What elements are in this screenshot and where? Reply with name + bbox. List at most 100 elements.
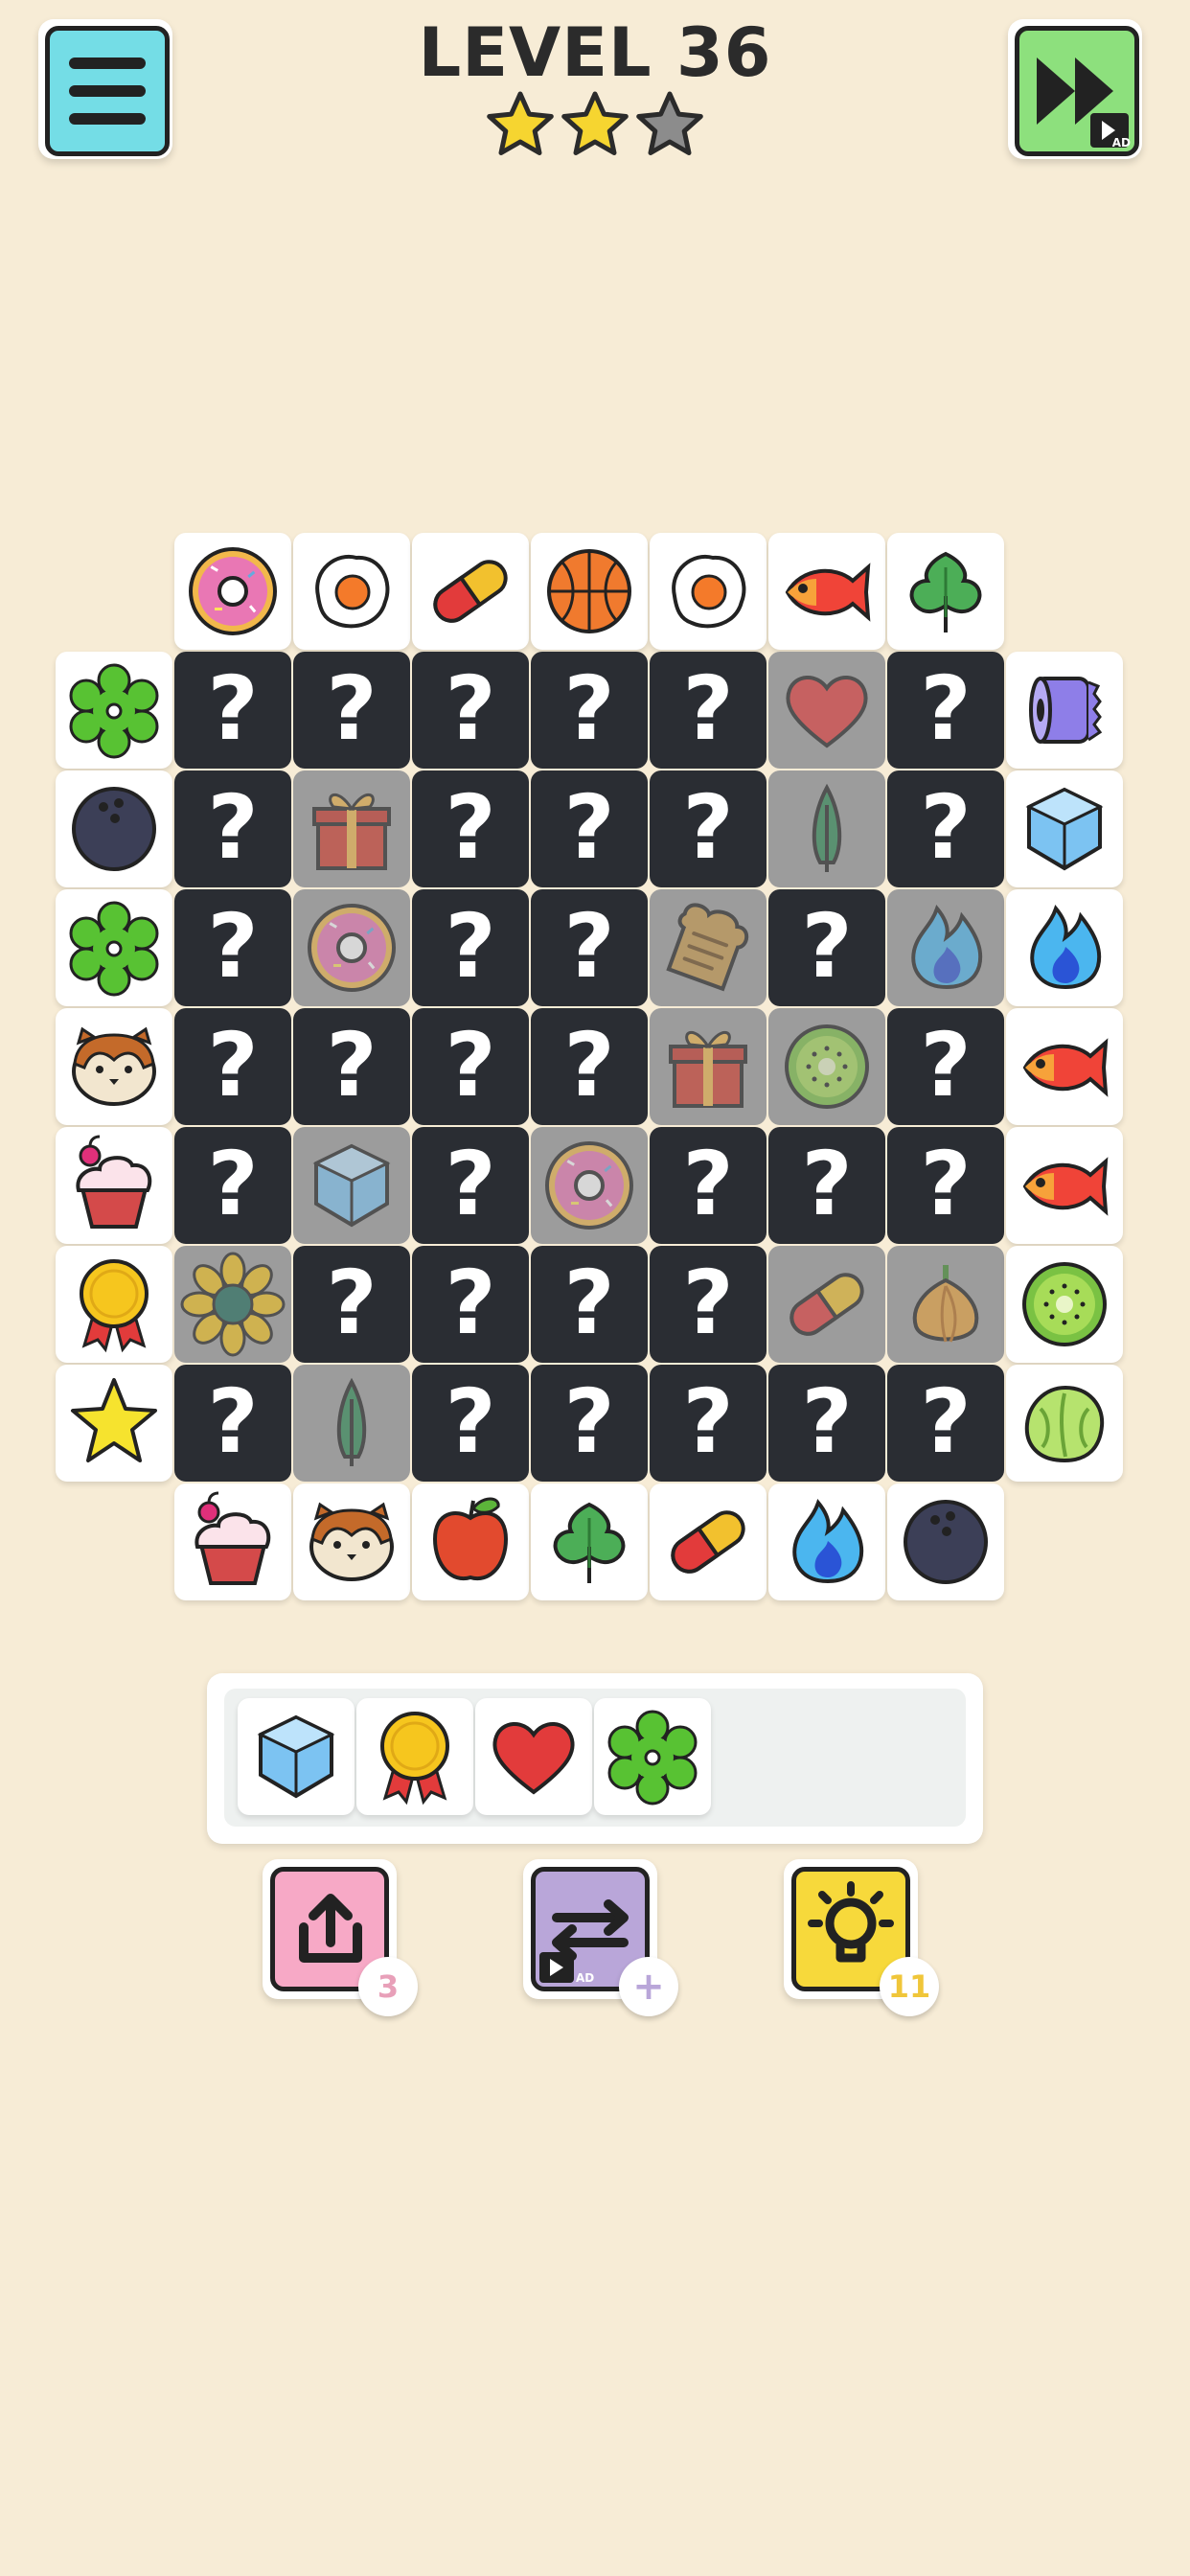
tile-leaf[interactable] bbox=[531, 1484, 648, 1600]
leaf-icon bbox=[553, 1502, 626, 1583]
hint-count-badge: 11 bbox=[880, 1957, 939, 2016]
hidden-tile[interactable]: ? bbox=[174, 652, 291, 769]
tile-hamster[interactable] bbox=[293, 1484, 410, 1600]
tray-tile-heart bbox=[475, 1698, 592, 1815]
hint-button[interactable]: 11 bbox=[784, 1859, 939, 2016]
tile-bowling-ball[interactable] bbox=[887, 1484, 1004, 1600]
tile-ice-cube[interactable] bbox=[1006, 770, 1123, 887]
tile-medal[interactable] bbox=[56, 1246, 172, 1363]
hidden-tile[interactable]: ? bbox=[531, 770, 648, 887]
tile-basketball[interactable] bbox=[531, 533, 648, 650]
hidden-tile[interactable]: ? bbox=[174, 1008, 291, 1125]
blocked-tile-onion bbox=[887, 1246, 1004, 1363]
fish-icon bbox=[1022, 1157, 1109, 1216]
undo-button[interactable]: 3 bbox=[263, 1859, 418, 2016]
tile-leaf[interactable] bbox=[887, 533, 1004, 650]
hidden-tile[interactable]: ? bbox=[412, 1127, 529, 1244]
question-mark-icon: ? bbox=[801, 895, 853, 998]
skip-level-button[interactable]: AD bbox=[1008, 19, 1142, 159]
shuffle-ad-badge: AD bbox=[576, 1971, 595, 1985]
tile-flame[interactable] bbox=[768, 1484, 885, 1600]
hidden-tile[interactable]: ? bbox=[412, 1246, 529, 1363]
shuffle-button[interactable]: AD + bbox=[523, 1859, 678, 2016]
hidden-tile[interactable]: ? bbox=[650, 1246, 767, 1363]
tile-fish[interactable] bbox=[1006, 1008, 1123, 1125]
question-mark-icon: ? bbox=[445, 1014, 496, 1116]
flame-icon bbox=[792, 1498, 864, 1584]
level-stars bbox=[487, 91, 703, 155]
tile-kiwi[interactable] bbox=[1006, 1246, 1123, 1363]
hidden-tile[interactable]: ? bbox=[174, 770, 291, 887]
hidden-tile[interactable]: ? bbox=[412, 770, 529, 887]
tile-egg[interactable] bbox=[293, 533, 410, 650]
toast-icon bbox=[666, 903, 749, 992]
tile-cupcake[interactable] bbox=[56, 1127, 172, 1244]
question-mark-icon: ? bbox=[920, 776, 972, 879]
hidden-tile[interactable]: ? bbox=[412, 652, 529, 769]
tile-bowling-ball[interactable] bbox=[56, 770, 172, 887]
flame-icon bbox=[1030, 904, 1102, 990]
tile-clover[interactable] bbox=[56, 652, 172, 769]
tile-apple[interactable] bbox=[412, 1484, 529, 1600]
hidden-tile[interactable]: ? bbox=[293, 1008, 410, 1125]
question-mark-icon: ? bbox=[920, 1133, 972, 1235]
hidden-tile[interactable]: ? bbox=[887, 1008, 1004, 1125]
hidden-tile[interactable]: ? bbox=[174, 1127, 291, 1244]
hidden-tile[interactable]: ? bbox=[531, 652, 648, 769]
hidden-tile[interactable]: ? bbox=[531, 1008, 648, 1125]
tile-star[interactable] bbox=[56, 1365, 172, 1482]
tile-fish[interactable] bbox=[1006, 1127, 1123, 1244]
hidden-tile[interactable]: ? bbox=[768, 1365, 885, 1482]
hidden-tile[interactable]: ? bbox=[412, 889, 529, 1006]
tile-egg[interactable] bbox=[650, 533, 767, 650]
tile-cupcake[interactable] bbox=[174, 1484, 291, 1600]
tile-hamster[interactable] bbox=[56, 1008, 172, 1125]
hidden-tile[interactable]: ? bbox=[293, 652, 410, 769]
tile-flame[interactable] bbox=[1006, 889, 1123, 1006]
shuffle-plus-badge: + bbox=[619, 1957, 678, 2016]
hidden-tile[interactable]: ? bbox=[650, 1365, 767, 1482]
question-mark-icon: ? bbox=[207, 1014, 259, 1116]
tile-pill[interactable] bbox=[650, 1484, 767, 1600]
blocked-tile-donut bbox=[531, 1127, 648, 1244]
hidden-tile[interactable]: ? bbox=[650, 770, 767, 887]
hidden-tile[interactable]: ? bbox=[531, 889, 648, 1006]
hidden-tile[interactable]: ? bbox=[174, 889, 291, 1006]
tile-lettuce[interactable] bbox=[1006, 1365, 1123, 1482]
tile-pill[interactable] bbox=[412, 533, 529, 650]
hidden-tile[interactable]: ? bbox=[887, 1365, 1004, 1482]
question-mark-icon: ? bbox=[207, 895, 259, 998]
hidden-tile[interactable]: ? bbox=[412, 1365, 529, 1482]
tile-clover[interactable] bbox=[56, 889, 172, 1006]
kiwi-icon bbox=[785, 1024, 869, 1109]
hidden-tile[interactable]: ? bbox=[412, 1008, 529, 1125]
tile-donut[interactable] bbox=[174, 533, 291, 650]
star-filled-icon bbox=[561, 91, 629, 155]
hidden-tile[interactable]: ? bbox=[531, 1246, 648, 1363]
hidden-tile[interactable]: ? bbox=[531, 1365, 648, 1482]
hamster-icon bbox=[309, 1502, 394, 1581]
kiwi-icon bbox=[1022, 1262, 1107, 1346]
hidden-tile[interactable]: ? bbox=[650, 1127, 767, 1244]
flame-icon bbox=[911, 904, 983, 990]
hidden-tile[interactable]: ? bbox=[887, 652, 1004, 769]
question-mark-icon: ? bbox=[920, 1370, 972, 1473]
fish-icon bbox=[1022, 1038, 1109, 1097]
tile-paper-towel[interactable] bbox=[1006, 652, 1123, 769]
blocked-tile-tree bbox=[768, 770, 885, 887]
hidden-tile[interactable]: ? bbox=[768, 889, 885, 1006]
collection-tray bbox=[207, 1673, 983, 1844]
heart-icon bbox=[492, 1722, 575, 1795]
tray-tile-medal bbox=[356, 1698, 473, 1815]
hidden-tile[interactable]: ? bbox=[887, 1127, 1004, 1244]
question-mark-icon: ? bbox=[563, 1370, 615, 1473]
hidden-tile[interactable]: ? bbox=[174, 1365, 291, 1482]
hidden-tile[interactable]: ? bbox=[887, 770, 1004, 887]
star-filled-icon bbox=[487, 91, 554, 155]
blocked-tile-sunflower bbox=[174, 1246, 291, 1363]
hidden-tile[interactable]: ? bbox=[293, 1246, 410, 1363]
hidden-tile[interactable]: ? bbox=[650, 652, 767, 769]
hidden-tile[interactable]: ? bbox=[768, 1127, 885, 1244]
tile-fish[interactable] bbox=[768, 533, 885, 650]
tray-tile-clover bbox=[594, 1698, 711, 1815]
